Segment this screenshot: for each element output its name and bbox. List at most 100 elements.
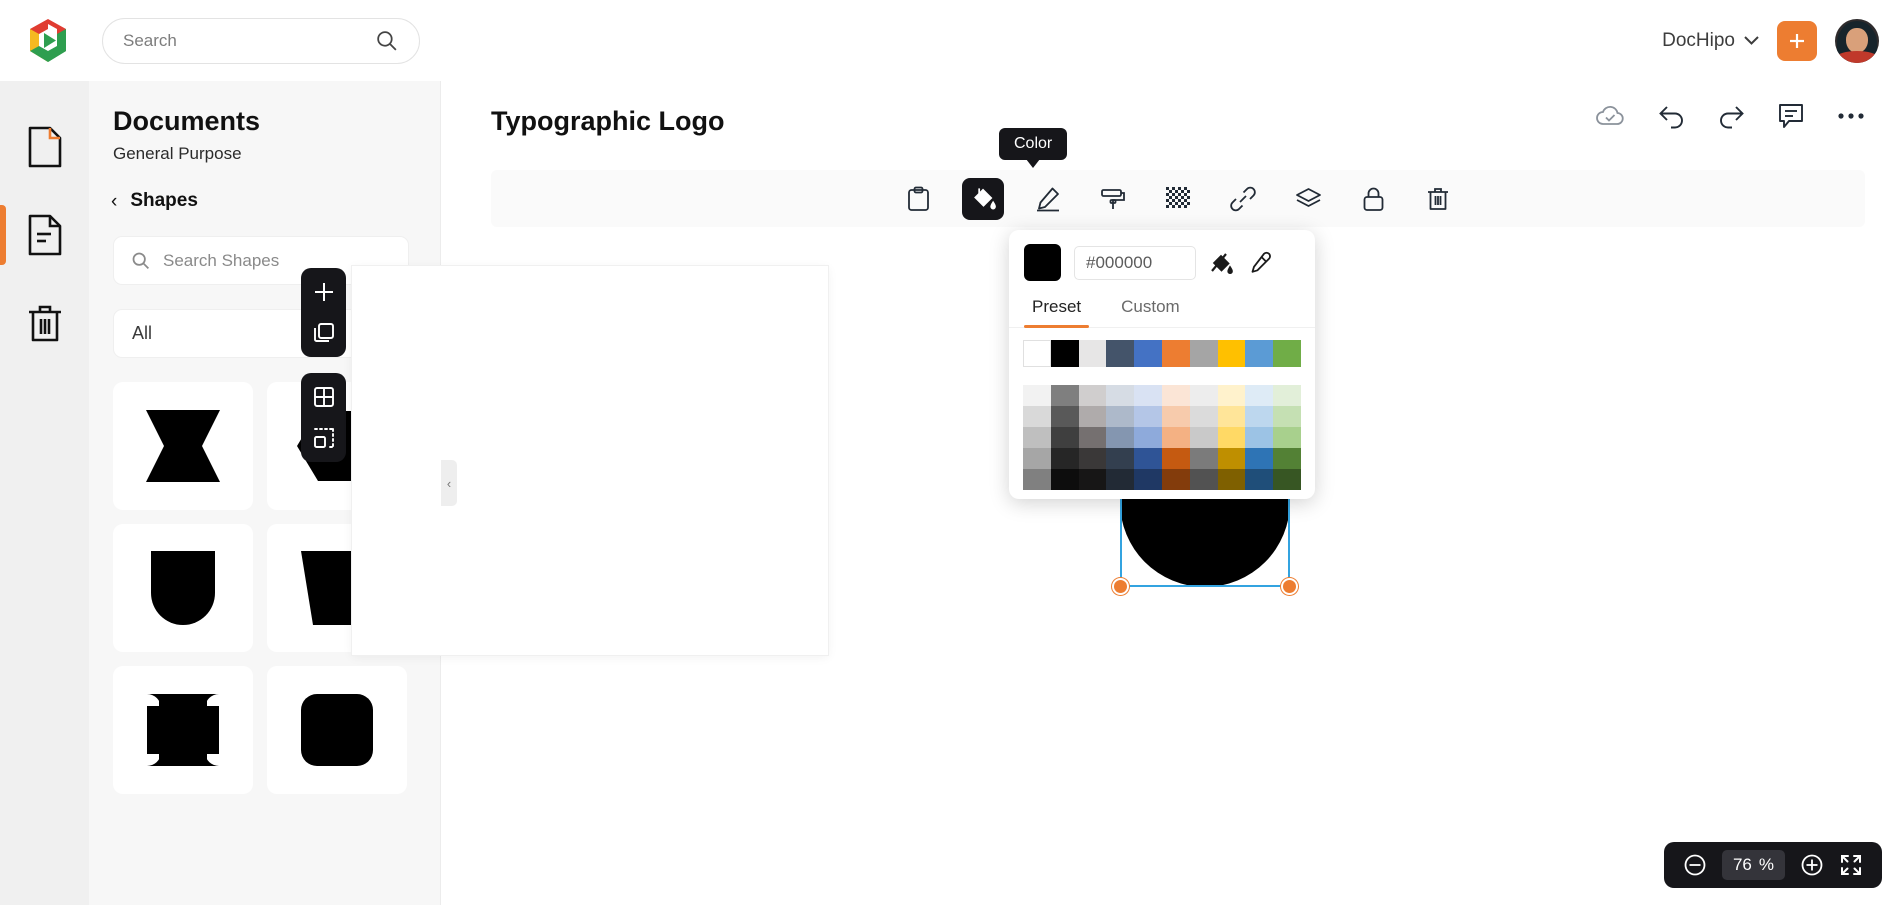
color-swatch-1-5[interactable] <box>1161 385 1190 406</box>
tab-custom[interactable]: Custom <box>1113 291 1188 327</box>
color-swatch-1-9[interactable] <box>1273 385 1301 406</box>
color-swatch-3-3[interactable] <box>1106 427 1135 448</box>
color-swatch-2-1[interactable] <box>1050 406 1079 427</box>
color-swatch-4-0[interactable] <box>1023 448 1051 469</box>
color-swatch-0-7[interactable] <box>1217 340 1246 367</box>
editor-actions <box>1595 103 1865 129</box>
color-swatch-3-1[interactable] <box>1050 427 1079 448</box>
add-page-icon[interactable] <box>309 277 339 307</box>
color-swatch-0-1[interactable] <box>1050 340 1079 367</box>
color-swatch-1-8[interactable] <box>1245 385 1274 406</box>
workspace-selector[interactable]: DocHipo <box>1662 30 1759 52</box>
zoom-in-button[interactable] <box>1800 853 1824 877</box>
color-palette-row-0 <box>1023 340 1301 373</box>
fullscreen-button[interactable] <box>1839 853 1863 877</box>
color-swatch-1-1[interactable] <box>1050 385 1079 406</box>
canvas-side-tools <box>301 268 346 478</box>
color-swatch-3-9[interactable] <box>1273 427 1301 448</box>
create-new-button[interactable] <box>1777 20 1817 61</box>
color-swatch-4-4[interactable] <box>1134 448 1162 469</box>
color-swatch-2-8[interactable] <box>1245 406 1274 427</box>
color-swatch-3-2[interactable] <box>1078 427 1107 448</box>
zoom-unit: % <box>1758 855 1774 874</box>
color-swatch-5-9[interactable] <box>1273 469 1301 490</box>
color-swatch-1-0[interactable] <box>1023 385 1051 406</box>
color-swatch-0-5[interactable] <box>1161 340 1190 367</box>
color-swatch-2-9[interactable] <box>1273 406 1301 427</box>
color-swatch-0-8[interactable] <box>1245 340 1274 367</box>
resize-handle-bottom-left[interactable] <box>1112 578 1129 595</box>
color-swatch-0-2[interactable] <box>1078 340 1107 367</box>
color-swatch-2-7[interactable] <box>1217 406 1246 427</box>
color-swatch-4-8[interactable] <box>1245 448 1274 469</box>
color-swatch-2-4[interactable] <box>1134 406 1162 427</box>
toolbar-tooltip: Color <box>999 128 1068 168</box>
page-tools-group <box>301 268 346 357</box>
eyedropper-icon[interactable] <box>1248 251 1272 275</box>
color-swatch-4-6[interactable] <box>1189 448 1218 469</box>
color-swatch-3-7[interactable] <box>1217 427 1246 448</box>
color-swatch-5-7[interactable] <box>1217 469 1246 490</box>
redo-icon[interactable] <box>1718 104 1745 129</box>
top-bar: DocHipo <box>0 0 1901 81</box>
color-swatch-1-4[interactable] <box>1134 385 1162 406</box>
hex-color-input[interactable] <box>1074 245 1196 280</box>
color-swatch-2-5[interactable] <box>1161 406 1190 427</box>
zoom-level[interactable]: 76 % <box>1721 850 1785 880</box>
color-swatch-5-0[interactable] <box>1023 469 1051 490</box>
color-swatch-1-6[interactable] <box>1189 385 1218 406</box>
color-swatch-3-5[interactable] <box>1161 427 1190 448</box>
search-input[interactable] <box>123 30 374 51</box>
color-swatch-1-3[interactable] <box>1106 385 1135 406</box>
color-swatch-0-3[interactable] <box>1106 340 1135 367</box>
color-swatch-0-9[interactable] <box>1273 340 1301 367</box>
avatar[interactable] <box>1835 18 1879 63</box>
color-swatch-5-5[interactable] <box>1161 469 1190 490</box>
brand-logo[interactable] <box>22 15 74 67</box>
color-swatch-0-6[interactable] <box>1189 340 1218 367</box>
resize-handle-bottom-right[interactable] <box>1281 578 1298 595</box>
color-swatch-4-5[interactable] <box>1161 448 1190 469</box>
color-swatch-2-0[interactable] <box>1023 406 1051 427</box>
color-swatch-5-8[interactable] <box>1245 469 1274 490</box>
color-swatch-3-8[interactable] <box>1245 427 1274 448</box>
color-swatch-4-7[interactable] <box>1217 448 1246 469</box>
document-page[interactable] <box>352 266 828 655</box>
comment-icon[interactable] <box>1778 103 1804 129</box>
color-swatch-5-1[interactable] <box>1050 469 1079 490</box>
global-search[interactable] <box>102 17 420 64</box>
color-swatch-1-2[interactable] <box>1078 385 1107 406</box>
color-swatch-5-3[interactable] <box>1106 469 1135 490</box>
tab-preset[interactable]: Preset <box>1024 291 1090 328</box>
cloud-saved-icon[interactable] <box>1595 105 1625 128</box>
current-color-swatch[interactable] <box>1024 244 1061 281</box>
color-swatch-0-4[interactable] <box>1134 340 1162 367</box>
color-swatch-0-0[interactable] <box>1023 340 1051 367</box>
document-title[interactable]: Typographic Logo <box>491 106 724 137</box>
color-swatch-2-3[interactable] <box>1106 406 1135 427</box>
color-swatch-5-6[interactable] <box>1189 469 1218 490</box>
duplicate-page-icon[interactable] <box>309 318 339 348</box>
color-swatch-1-7[interactable] <box>1217 385 1246 406</box>
color-swatch-4-3[interactable] <box>1106 448 1135 469</box>
crop-selection-icon[interactable] <box>309 423 339 453</box>
undo-icon[interactable] <box>1658 104 1685 129</box>
color-swatch-3-0[interactable] <box>1023 427 1051 448</box>
zoom-out-button[interactable] <box>1683 853 1707 877</box>
color-swatch-5-4[interactable] <box>1134 469 1162 490</box>
no-fill-icon[interactable] <box>1209 251 1235 275</box>
color-swatch-4-9[interactable] <box>1273 448 1301 469</box>
color-swatch-3-4[interactable] <box>1134 427 1162 448</box>
color-swatch-4-2[interactable] <box>1078 448 1107 469</box>
color-palette-rows <box>1023 385 1301 490</box>
panel-collapse-toggle[interactable]: ‹ <box>441 460 457 506</box>
color-picker-popup: Preset Custom <box>1009 230 1315 499</box>
color-swatch-2-6[interactable] <box>1189 406 1218 427</box>
grid-layout-icon[interactable] <box>309 382 339 412</box>
search-icon[interactable] <box>374 28 399 53</box>
color-swatch-5-2[interactable] <box>1078 469 1107 490</box>
color-swatch-3-6[interactable] <box>1189 427 1218 448</box>
color-swatch-4-1[interactable] <box>1050 448 1079 469</box>
color-swatch-2-2[interactable] <box>1078 406 1107 427</box>
more-options-icon[interactable] <box>1837 112 1865 120</box>
